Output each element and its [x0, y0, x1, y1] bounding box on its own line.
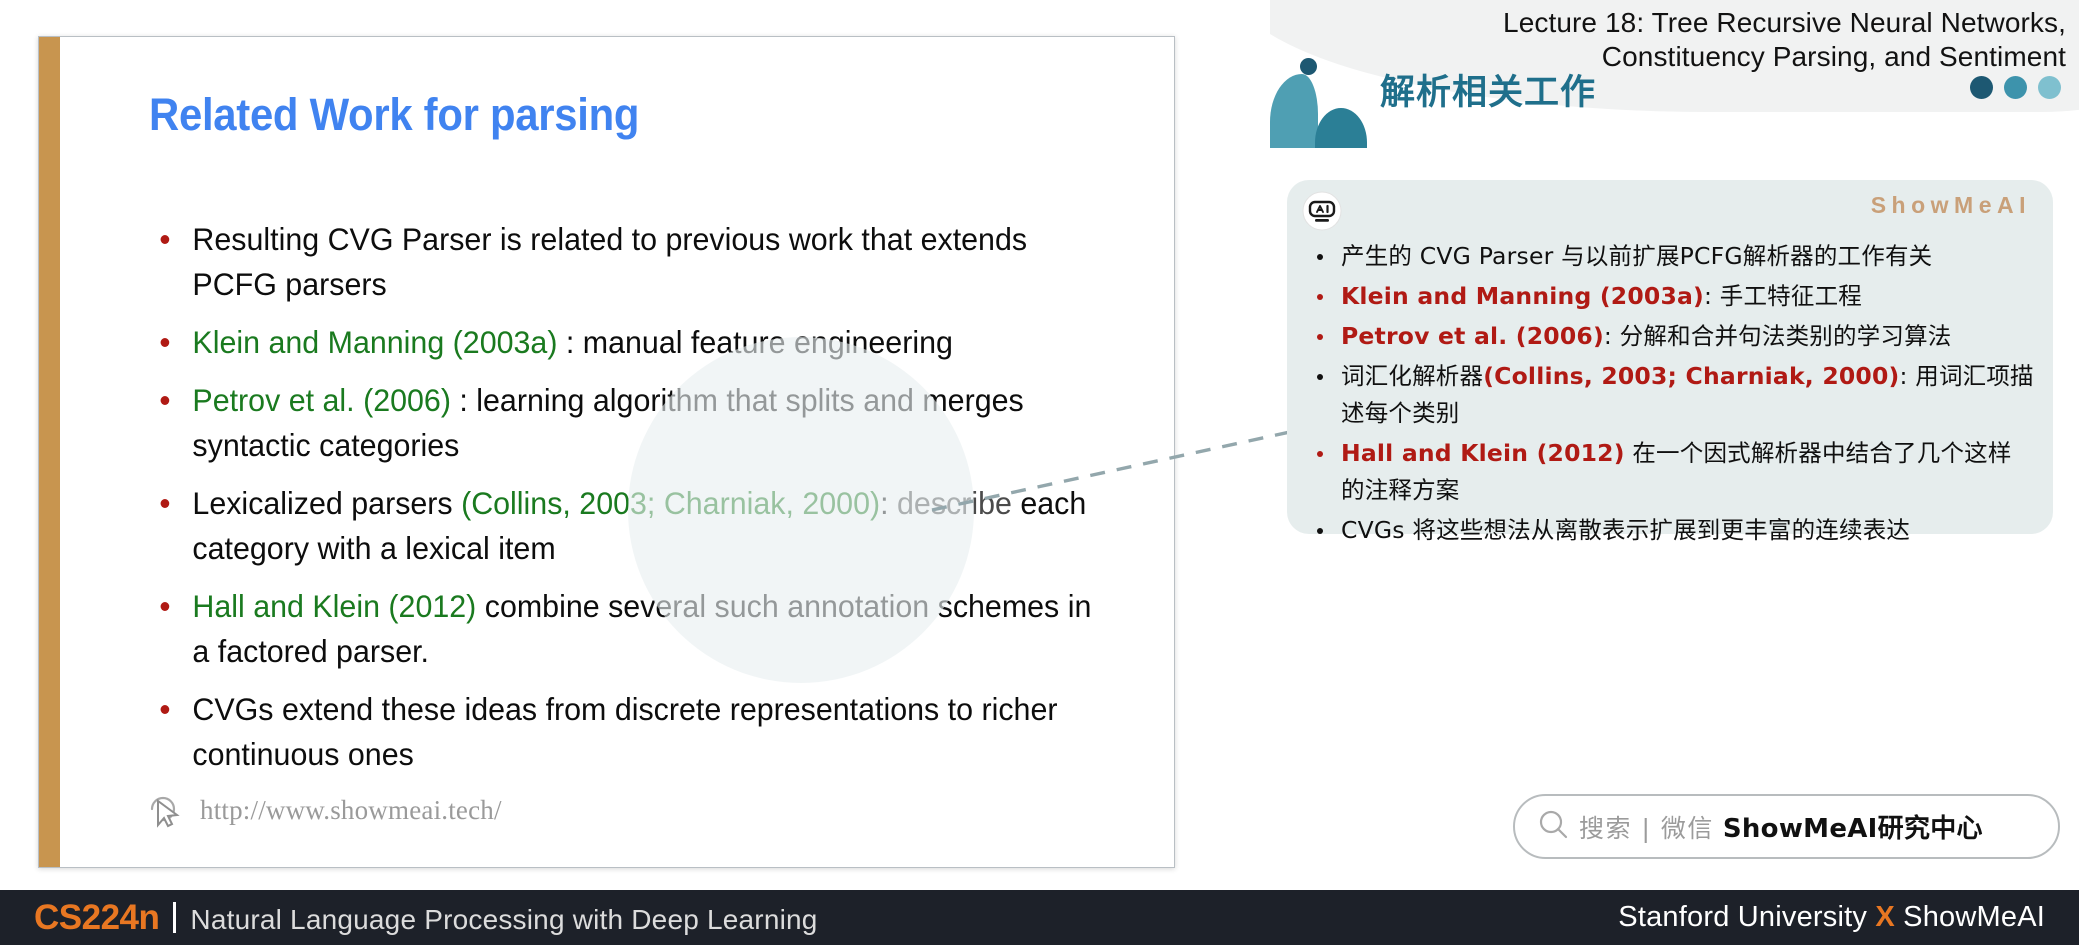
magnifier-icon	[1537, 808, 1570, 846]
citation-text: (Collins, 2003; Charniak, 2000)	[1483, 362, 1900, 390]
bullet-dot-icon	[1317, 451, 1323, 457]
citation-text: Hall and Klein (2012)	[1341, 439, 1625, 467]
slide-bullet-item: Klein and Manning (2003a) : manual featu…	[149, 320, 1114, 365]
bullet-text: : 手工特征工程	[1704, 282, 1862, 310]
bottom-bar-divider	[173, 901, 177, 933]
citation-text: (Collins, 2003; Charniak, 2000)	[461, 485, 881, 521]
search-placeholder-text: 搜索 | 微信	[1579, 813, 1714, 843]
bullet-text: : 分解和合并句法类别的学习算法	[1603, 322, 1952, 350]
bullet-dot-icon	[160, 705, 170, 714]
presentation-slide: Related Work for parsing Resulting CVG P…	[38, 36, 1175, 868]
course-code: CS224n	[34, 897, 160, 937]
citation-text: Petrov et al. (2006)	[192, 382, 451, 418]
decor-leaf-large-icon	[1270, 74, 1318, 148]
decor-dot-icon	[1300, 58, 1317, 75]
bullet-text: 词汇化解析器	[1341, 362, 1484, 390]
right-header: Lecture 18: Tree Recursive Neural Networ…	[1270, 0, 2079, 150]
credit-left-text: Stanford University	[1618, 901, 1868, 933]
lecture-title-line-1: Lecture 18: Tree Recursive Neural Networ…	[1503, 7, 2066, 38]
chinese-bullet-item: 词汇化解析器(Collins, 2003; Charniak, 2000): 用…	[1301, 358, 2035, 432]
decor-leaf-small-icon	[1315, 108, 1367, 148]
slide-screenshot: Related Work for parsing Resulting CVG P…	[0, 0, 2079, 945]
chinese-bullet-item: Hall and Klein (2012) 在一个因式解析器中结合了几个这样的注…	[1301, 435, 2035, 509]
bullet-text: CVGs 将这些想法从离散表示扩展到更丰富的连续表达	[1341, 516, 1911, 544]
course-name: Natural Language Processing with Deep Le…	[190, 903, 818, 935]
bullet-text: Resulting CVG Parser is related to previ…	[192, 221, 1028, 302]
slide-url-text: http://www.showmeai.tech/	[200, 794, 502, 825]
header-dots	[1970, 76, 2061, 99]
slide-bullet-item: CVGs extend these ideas from discrete re…	[149, 687, 1114, 777]
bullet-dot-icon	[1317, 334, 1323, 340]
slide-accent-bar	[39, 37, 60, 867]
header-decor-glyph	[1270, 58, 1380, 150]
credit-line: Stanford University X ShowMeAI	[1618, 901, 2045, 934]
bullet-text: :	[880, 485, 898, 521]
cursor-arrow-icon	[144, 789, 186, 831]
slide-bullet-item: Hall and Klein (2012) combine several su…	[149, 584, 1114, 674]
bottom-bar: CS224n Natural Language Processing with …	[0, 890, 2079, 945]
credit-right-text: ShowMeAI	[1903, 901, 2045, 933]
bullet-text: : manual feature engineering	[557, 324, 953, 360]
slide-bullet-item: Petrov et al. (2006) : learning algorith…	[149, 378, 1114, 468]
citation-text: Hall and Klein (2012)	[192, 588, 477, 624]
bullet-text: Lexicalized parsers	[192, 485, 462, 521]
bullet-text: 产生的 CVG Parser 与以前扩展PCFG解析器的工作有关	[1341, 242, 1933, 270]
search-brand-text: ShowMeAI研究中心	[1722, 814, 1983, 844]
citation-text: Klein and Manning (2003a)	[192, 324, 558, 360]
chinese-bullet-item: Klein and Manning (2003a): 手工特征工程	[1301, 278, 2035, 315]
slide-bullet-list: Resulting CVG Parser is related to previ…	[149, 217, 1149, 790]
chinese-bullet-item: CVGs 将这些想法从离散表示扩展到更丰富的连续表达	[1301, 512, 2035, 549]
header-dot-3-icon	[2038, 76, 2061, 99]
slide-footer: http://www.showmeai.tech/	[144, 789, 502, 831]
bullet-dot-icon	[160, 338, 170, 347]
bullet-dot-icon	[1317, 374, 1323, 380]
chinese-bullet-item: 产生的 CVG Parser 与以前扩展PCFG解析器的工作有关	[1301, 238, 2035, 275]
header-dot-1-icon	[1970, 76, 1993, 99]
credit-x-text: X	[1875, 901, 1895, 933]
chinese-section-title: 解析相关工作	[1380, 73, 1597, 113]
slide-bullet-item: Resulting CVG Parser is related to previ…	[149, 217, 1114, 307]
slide-bullet-item: Lexicalized parsers (Collins, 2003; Char…	[149, 481, 1114, 571]
slide-content: Related Work for parsing Resulting CVG P…	[60, 37, 1174, 867]
showmeai-watermark: ShowMeAI	[1870, 192, 2031, 218]
header-dot-2-icon	[2004, 76, 2027, 99]
bullet-dot-icon	[160, 499, 170, 508]
bullet-dot-icon	[160, 396, 170, 405]
bullet-dot-icon	[1317, 254, 1323, 260]
chinese-translation-panel: ShowMeAI 产生的 CVG Parser 与以前扩展PCFG解析器的工作有…	[1287, 180, 2053, 544]
search-bar[interactable]: 搜索 | 微信 ShowMeAI研究中心	[1513, 794, 2060, 859]
bullet-dot-icon	[160, 235, 170, 244]
course-identity: CS224n Natural Language Processing with …	[34, 898, 818, 938]
bullet-dot-icon	[160, 602, 170, 611]
chinese-bullet-list: 产生的 CVG Parser 与以前扩展PCFG解析器的工作有关 Klein an…	[1301, 238, 2035, 552]
bullet-text: CVGs extend these ideas from discrete re…	[192, 691, 1058, 772]
bullet-text: describe	[897, 485, 1012, 521]
citation-text: Petrov et al. (2006)	[1341, 322, 1604, 350]
slide-title: Related Work for parsing	[149, 89, 640, 140]
bullet-dot-icon	[1317, 294, 1323, 300]
chinese-bullet-item: Petrov et al. (2006): 分解和合并句法类别的学习算法	[1301, 318, 2035, 355]
bullet-dot-icon	[1317, 528, 1323, 534]
citation-text: Klein and Manning (2003a)	[1341, 282, 1704, 310]
